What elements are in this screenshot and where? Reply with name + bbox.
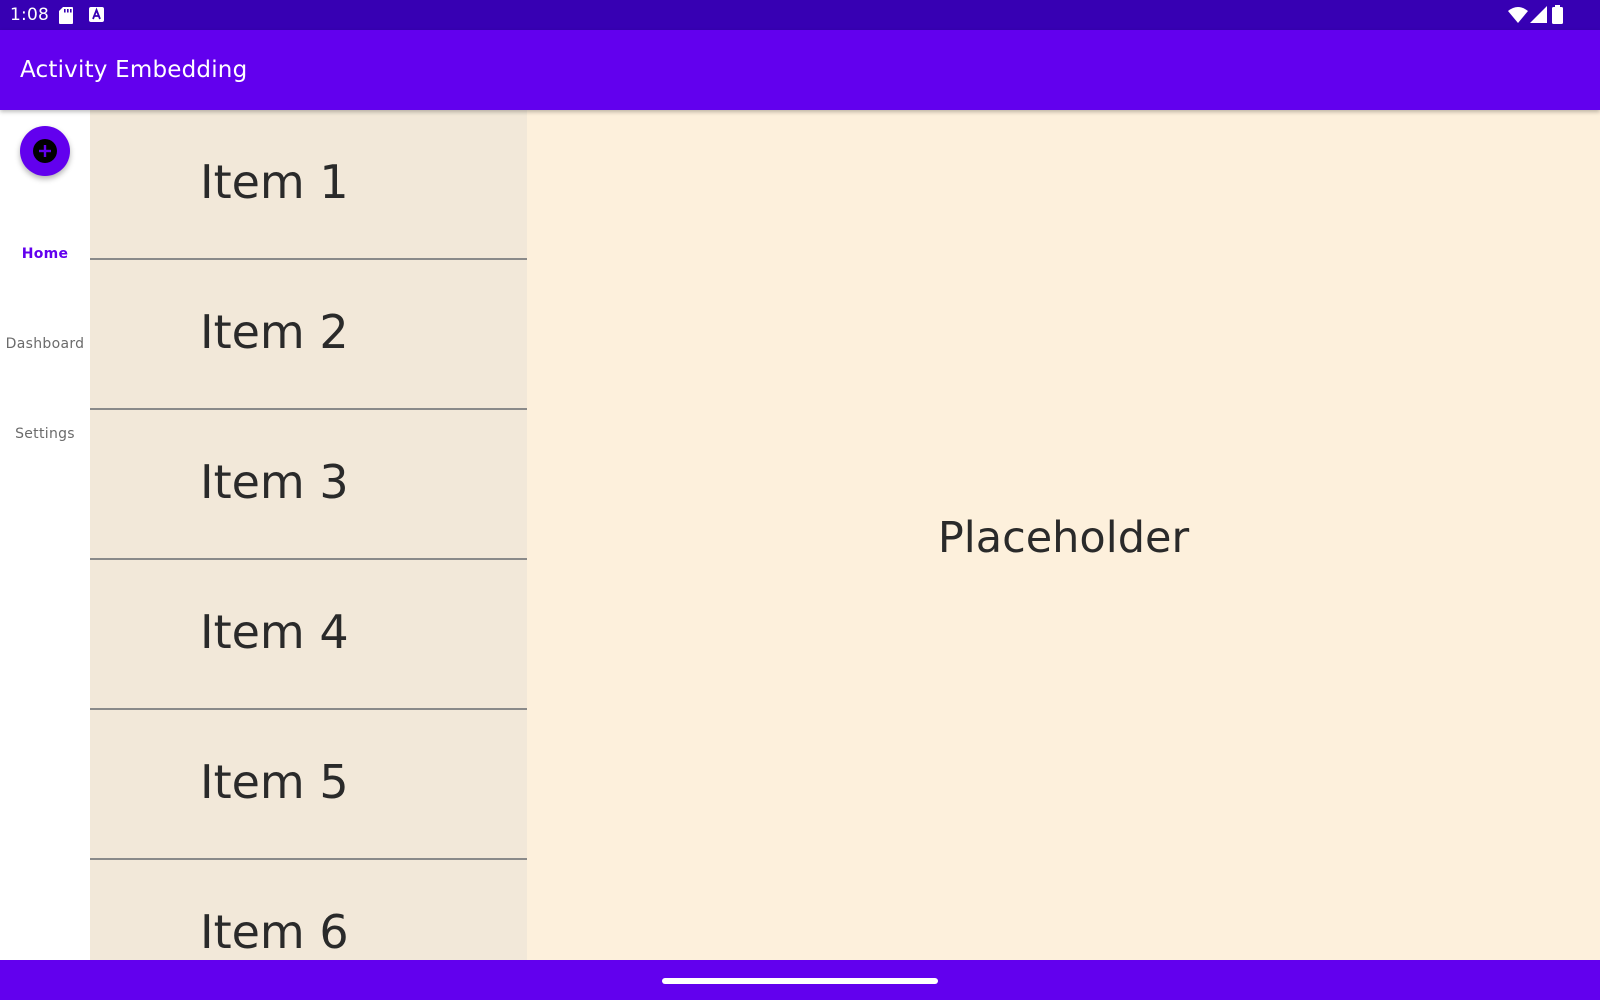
nav-item-settings[interactable]: Settings: [0, 414, 90, 454]
app-title: Activity Embedding: [20, 57, 248, 83]
list-item-label: Item 2: [200, 305, 349, 359]
app-notification-icon: [89, 7, 104, 22]
list-item-5[interactable]: Item 5: [90, 710, 527, 858]
battery-icon: [1552, 5, 1563, 24]
list-item-label: Item 3: [200, 455, 349, 509]
item-list[interactable]: Item 1 Item 2 Item 3 Item 4 Item 5 Item …: [90, 110, 527, 960]
nav-item-label: Settings: [15, 426, 75, 442]
list-item-6[interactable]: Item 6: [90, 860, 527, 960]
sd-card-icon: [59, 7, 73, 24]
nav-item-label: Dashboard: [5, 336, 85, 352]
list-item-2[interactable]: Item 2: [90, 260, 527, 408]
nav-item-label: Home: [21, 246, 69, 262]
add-fab-button[interactable]: [20, 126, 70, 176]
detail-pane: Placeholder: [527, 110, 1600, 960]
placeholder-text: Placeholder: [937, 513, 1190, 563]
add-circle-icon: [33, 139, 57, 163]
status-time: 1:08: [10, 5, 49, 25]
list-item-label: Item 5: [200, 755, 349, 809]
app-screen: 1:08 Activity Embedding Home Dashboard S…: [0, 0, 1600, 1000]
list-item-1[interactable]: Item 1: [90, 110, 527, 258]
list-item-label: Item 6: [200, 905, 349, 959]
navigation-rail: Home Dashboard Settings: [0, 110, 90, 960]
list-item-label: Item 1: [200, 155, 349, 209]
home-gesture-handle[interactable]: [662, 978, 938, 984]
list-item-3[interactable]: Item 3: [90, 410, 527, 558]
status-bar: 1:08: [0, 0, 1600, 30]
nav-item-home[interactable]: Home: [0, 234, 90, 274]
nav-item-dashboard[interactable]: Dashboard: [0, 324, 90, 364]
list-item-label: Item 4: [200, 605, 349, 659]
app-bar: Activity Embedding: [0, 30, 1600, 110]
wifi-icon: [1508, 7, 1528, 23]
cell-signal-icon: [1530, 6, 1547, 23]
list-item-4[interactable]: Item 4: [90, 560, 527, 708]
gesture-navigation-bar: [0, 960, 1600, 1000]
